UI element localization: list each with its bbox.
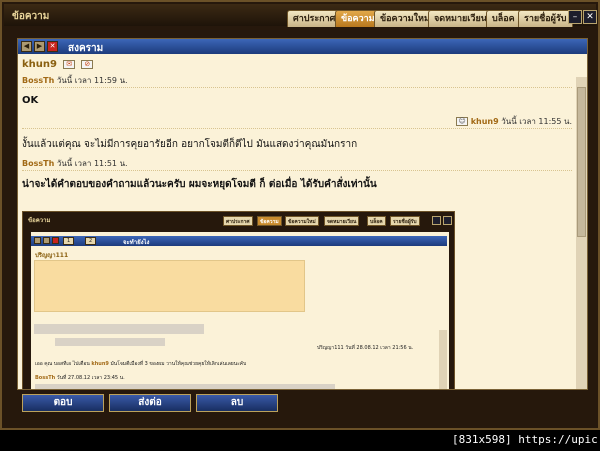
embedded-minimize-icon: [432, 216, 441, 225]
message-header: BossTh วันนี้ เวลา 11:59 น.: [22, 74, 572, 88]
message-window: ข้อความ ศาประกาศ ข้อความ ข้อความใหม่ จดห…: [0, 0, 600, 430]
conversation-header: ◀ ▶ ✕ สงคราม: [18, 39, 587, 54]
blurred-text: [35, 384, 335, 389]
embedded-participant: ปริญญา111: [35, 252, 69, 259]
action-bar: ตอบ ส่งต่อ ลบ: [17, 394, 588, 413]
prev-icon[interactable]: ◀: [21, 41, 32, 52]
message-header: ☺ khun9 วันนี้ เวลา 11:55 น.: [22, 115, 572, 129]
message-author[interactable]: BossTh: [22, 159, 54, 168]
next-icon[interactable]: ▶: [34, 41, 45, 52]
window-title: ข้อความ: [12, 11, 50, 22]
blurred-text: [34, 324, 204, 334]
conversation-panel: ◀ ▶ ✕ สงคราม khun9 ✉ ⊘ BossTh วันนี้ เวล…: [17, 38, 588, 390]
embedded-message-text: เออ คุณ บอสทีเอ ไปเตือน khun9 มันโจมตีเม…: [35, 361, 247, 367]
tab-new-message[interactable]: ข้อความใหม่: [374, 10, 436, 27]
watermark: [831x598] https://upic.me/: [452, 433, 600, 446]
tab-recipients[interactable]: รายชื่อผู้รับ: [518, 10, 573, 27]
embedded-tab: บล็อค: [367, 216, 386, 226]
embedded-message-meta: ปริญญา111 วันที่ 28.08.12 เวลา 21:56 น.: [317, 345, 414, 351]
message-author[interactable]: BossTh: [22, 76, 54, 85]
embedded-tab: จดหมายเวียน: [324, 216, 360, 226]
embedded-conversation-title: จะทำยังไง: [123, 239, 150, 246]
title-bar: ข้อความ ศาประกาศ ข้อความ ข้อความใหม่ จดห…: [4, 4, 597, 27]
participant-row: khun9 ✉ ⊘: [22, 59, 94, 70]
conversation-title: สงคราม: [68, 43, 104, 54]
message-text: งั้นแล้วแต่คุณ จะไม่มีการคุยอารัยอีก อยา…: [22, 139, 358, 150]
envelope-icon[interactable]: ✉: [63, 59, 76, 69]
participant-name[interactable]: khun9: [22, 59, 57, 70]
embedded-conversation-header: 1 2 จะทำยังไง: [31, 236, 447, 246]
close-icon[interactable]: ✕: [583, 10, 597, 24]
embedded-window-title: ข้อความ: [28, 217, 51, 224]
embedded-content: 1 2 จะทำยังไง ปริญญา111 ปริญญา111 วันที่…: [31, 232, 449, 389]
embedded-scrollbar: [439, 330, 447, 389]
message-text: น่าจะได้คำตอบของคำถามแล้วนะครับ ผมจะหยุด…: [22, 179, 377, 190]
block-icon[interactable]: ⊘: [81, 59, 94, 69]
message-text: OK: [22, 95, 39, 106]
embedded-tab: ข้อความ: [257, 216, 282, 226]
forward-button[interactable]: ส่งต่อ: [109, 394, 191, 412]
message-time: วันนี้ เวลา 11:55 น.: [501, 117, 572, 126]
embedded-next-icon: [43, 237, 50, 244]
embedded-screenshot: ข้อความ ศาประกาศ ข้อความ ข้อความใหม่ จดห…: [22, 211, 455, 389]
blurred-image: [34, 260, 305, 312]
user-icon: ☺: [456, 117, 469, 126]
reply-button[interactable]: ตอบ: [22, 394, 104, 412]
tab-block[interactable]: บล็อค: [486, 10, 521, 27]
message-time: วันนี้ เวลา 11:51 น.: [56, 159, 128, 168]
delete-button[interactable]: ลบ: [196, 394, 278, 412]
embedded-tab: ข้อความใหม่: [285, 216, 319, 226]
embedded-message-header: BossTh วันที่ 27.08.12 เวลา 23:45 น.: [35, 375, 125, 381]
minimize-icon[interactable]: –: [568, 10, 582, 24]
tab-announcements[interactable]: ศาประกาศ: [287, 10, 342, 27]
embedded-delete-icon: [52, 237, 59, 244]
scrollbar[interactable]: [576, 77, 587, 389]
embedded-tab: รายชื่อผู้รับ: [390, 216, 420, 226]
embedded-prev-icon: [34, 237, 41, 244]
scrollbar-thumb[interactable]: [577, 87, 586, 237]
embedded-tab: ศาประกาศ: [223, 216, 253, 226]
embedded-page: 2: [85, 237, 97, 245]
blurred-text: [55, 338, 165, 346]
delete-conversation-icon[interactable]: ✕: [47, 41, 58, 52]
embedded-page: 1: [63, 237, 75, 245]
tab-circular-letter[interactable]: จดหมายเวียน: [428, 10, 493, 27]
embedded-close-icon: [443, 216, 452, 225]
message-author[interactable]: khun9: [471, 117, 499, 126]
message-time: วันนี้ เวลา 11:59 น.: [56, 76, 128, 85]
message-header: BossTh วันนี้ เวลา 11:51 น.: [22, 157, 572, 171]
